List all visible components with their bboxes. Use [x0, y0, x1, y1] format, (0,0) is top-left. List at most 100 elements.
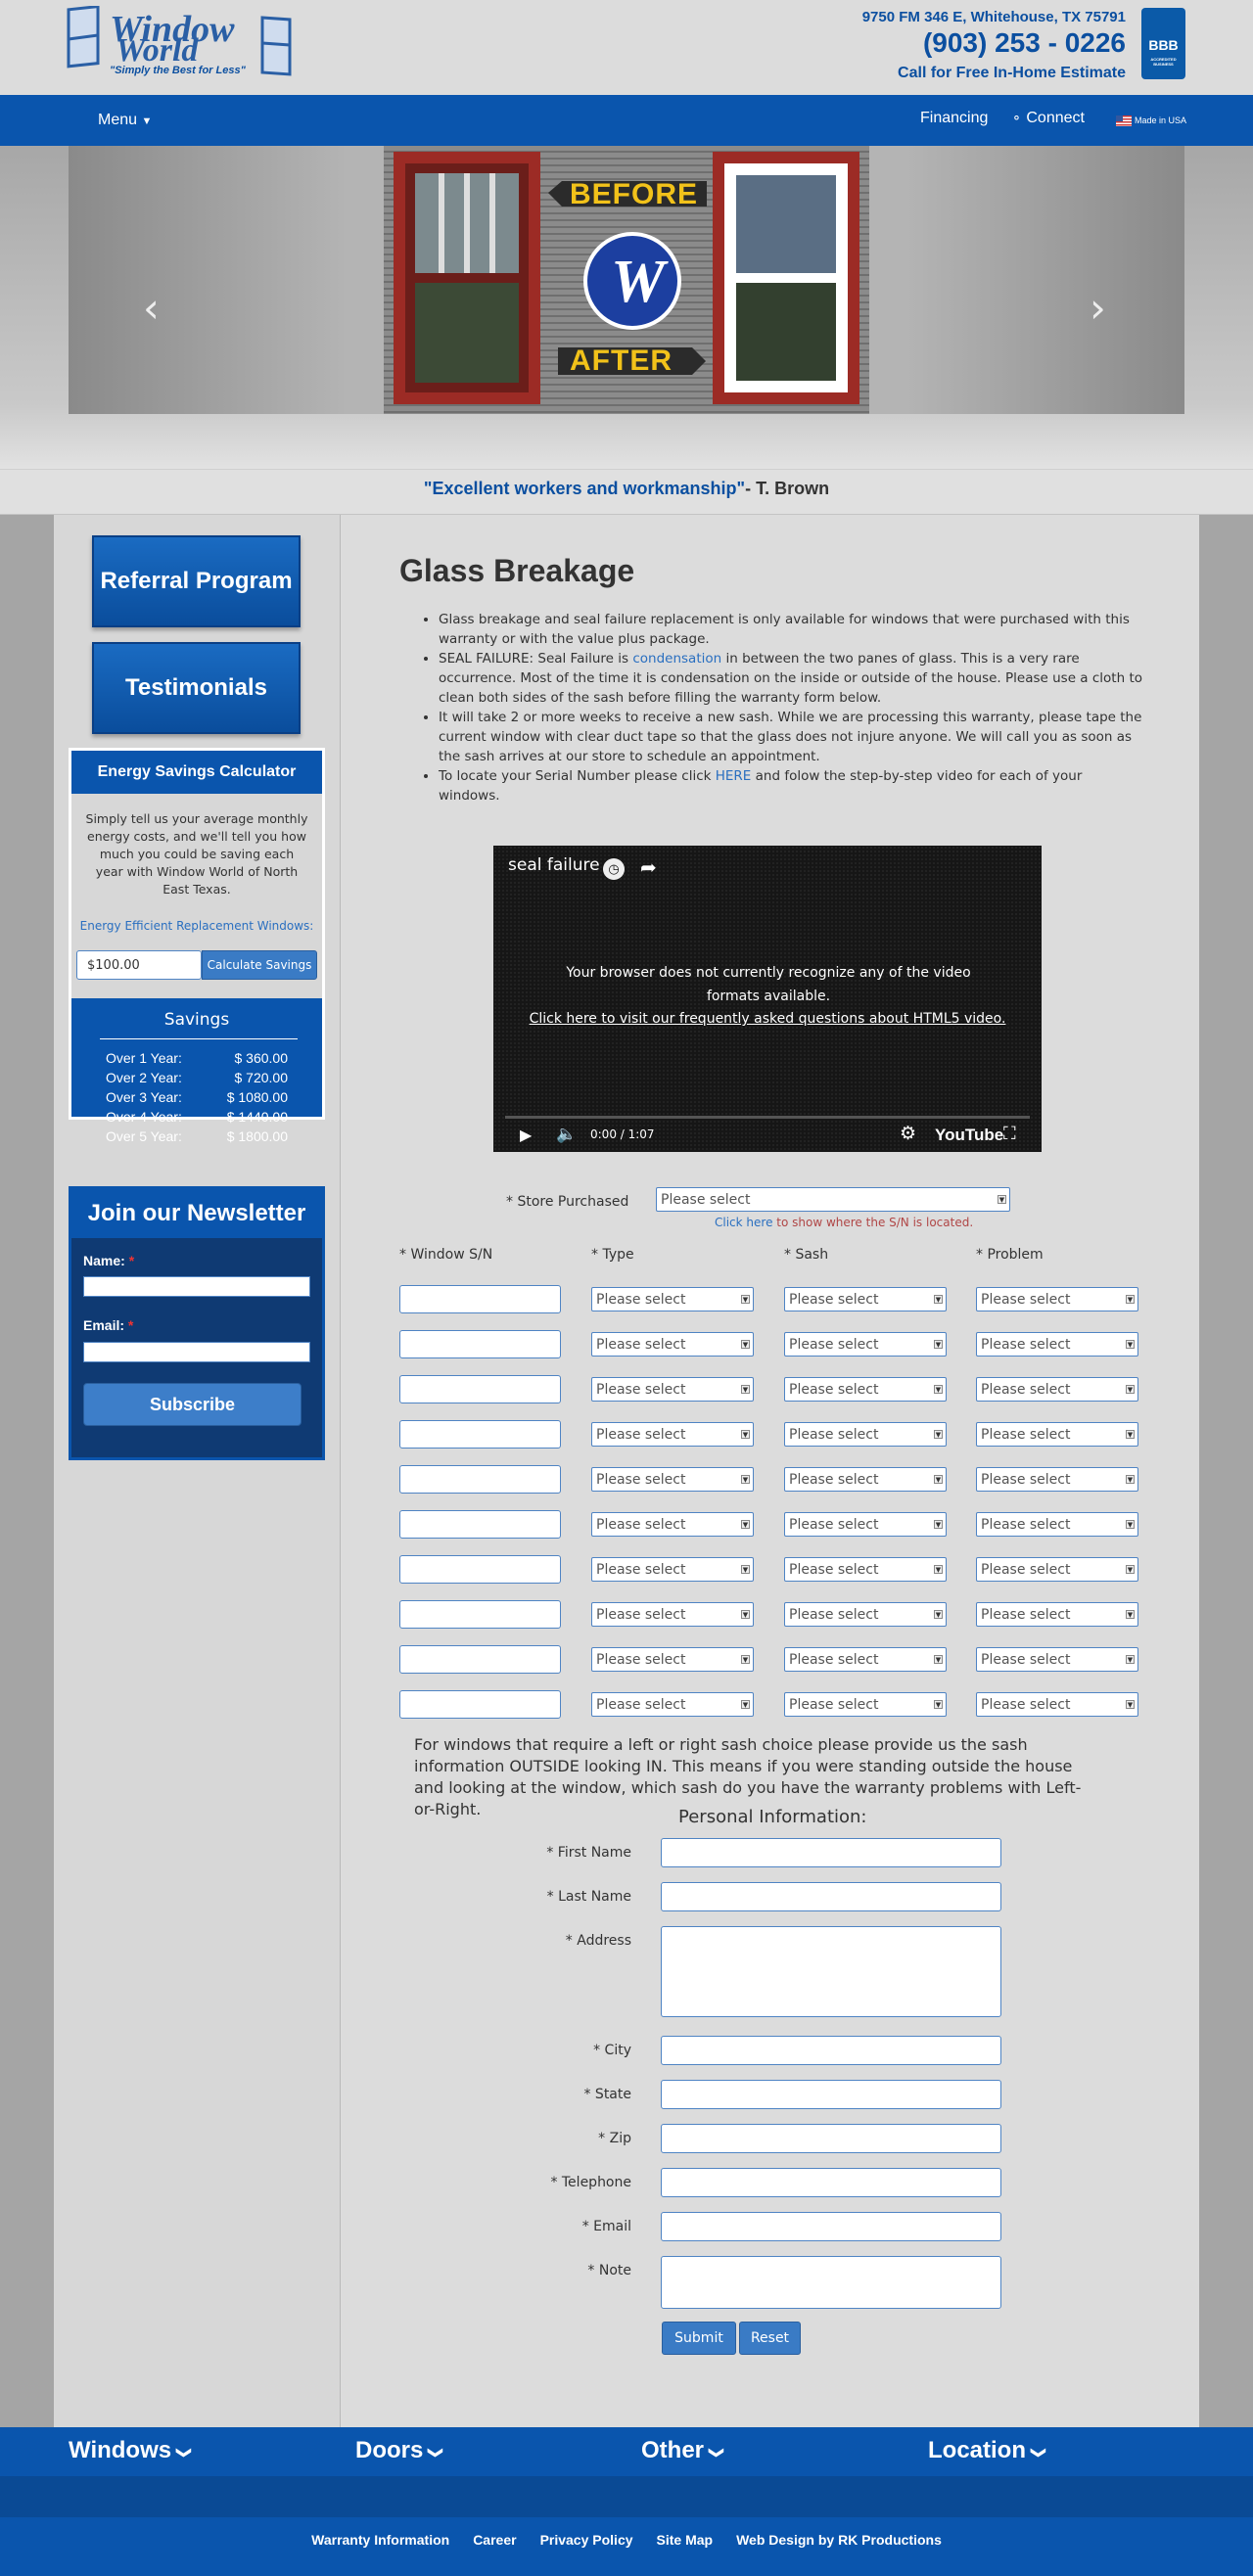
footer-link[interactable]: Career	[473, 2532, 516, 2548]
reset-button[interactable]: Reset	[739, 2322, 801, 2355]
type-select[interactable]: Please select ▼	[591, 1557, 754, 1582]
newsletter-email-input[interactable]	[83, 1342, 310, 1362]
hero-after-label: AFTER	[570, 345, 673, 377]
zip-field[interactable]	[661, 2124, 1001, 2153]
subscribe-button[interactable]: Subscribe	[83, 1383, 302, 1426]
savings-row: Over 4 Year: $ 1440.00	[106, 1109, 288, 1125]
sash-select[interactable]: Please select ▼	[784, 1332, 947, 1357]
address-field[interactable]	[661, 1926, 1001, 2017]
submit-button[interactable]: Submit	[662, 2322, 736, 2355]
share-icon[interactable]: ➦	[640, 855, 657, 880]
type-select[interactable]: Please select ▼	[591, 1467, 754, 1492]
bullet-link[interactable]: HERE	[716, 768, 752, 784]
header-estimate-cta[interactable]: Call for Free In-Home Estimate	[898, 65, 1126, 82]
bbb-text: BBB	[1148, 37, 1179, 53]
city-field[interactable]	[661, 2036, 1001, 2065]
sash-select[interactable]: Please select ▼	[784, 1467, 947, 1492]
address-label: * Address	[565, 1933, 631, 1949]
telephone-field[interactable]	[661, 2168, 1001, 2197]
play-icon[interactable]: ▶	[520, 1126, 532, 1145]
store-purchased-select[interactable]: Please select ▼	[656, 1187, 1010, 1212]
video-progress-bar[interactable]	[505, 1116, 1030, 1119]
footer-nav-doors[interactable]: Doors ❯	[355, 2437, 443, 2464]
volume-icon[interactable]: 🔈	[556, 1125, 577, 1144]
video-faq-link[interactable]: Click here to visit our frequently asked…	[519, 1011, 1016, 1027]
window-sn-input[interactable]	[399, 1330, 561, 1358]
window-sn-input[interactable]	[399, 1600, 561, 1629]
sn-location-hint: Click here to show where the S/N is loca…	[715, 1216, 973, 1229]
carousel-prev-icon[interactable]: ‹	[143, 284, 160, 332]
window-sn-input[interactable]	[399, 1555, 561, 1584]
first-name-label: * First Name	[546, 1845, 631, 1861]
problem-select[interactable]: Please select ▼	[976, 1692, 1138, 1717]
footer-link[interactable]: Web Design by RK Productions	[736, 2532, 942, 2548]
connect-link[interactable]: ⚬ Connect	[1011, 110, 1085, 127]
problem-select[interactable]: Please select ▼	[976, 1557, 1138, 1582]
testimonial-quote: "Excellent workers and workmanship"- T. …	[0, 479, 1253, 499]
fullscreen-icon[interactable]: ⛶	[1003, 1124, 1016, 1144]
settings-gear-icon[interactable]: ⚙	[900, 1123, 916, 1145]
window-sn-input[interactable]	[399, 1375, 561, 1403]
referral-program-button[interactable]: Referral Program	[92, 535, 301, 627]
type-select[interactable]: Please select ▼	[591, 1647, 754, 1672]
type-select[interactable]: Please select ▼	[591, 1602, 754, 1627]
financing-link[interactable]: Financing	[920, 110, 988, 127]
window-sn-input[interactable]	[399, 1465, 561, 1494]
footer-link[interactable]: Site Map	[657, 2532, 714, 2548]
watch-later-icon[interactable]: ◷	[603, 858, 625, 880]
sash-select[interactable]: Please select ▼	[784, 1692, 947, 1717]
footer-nav-windows[interactable]: Windows ❯	[69, 2437, 192, 2464]
newsletter-name-input[interactable]	[83, 1276, 310, 1297]
footer-link[interactable]: Privacy Policy	[540, 2532, 633, 2548]
sash-select[interactable]: Please select ▼	[784, 1512, 947, 1537]
footer-nav-location[interactable]: Location ❯	[928, 2437, 1046, 2464]
window-sn-input[interactable]	[399, 1420, 561, 1449]
window-sn-input[interactable]	[399, 1690, 561, 1719]
problem-select[interactable]: Please select ▼	[976, 1512, 1138, 1537]
window-sn-input[interactable]	[399, 1285, 561, 1313]
footer-link[interactable]: Warranty Information	[311, 2532, 449, 2548]
type-select[interactable]: Please select ▼	[591, 1287, 754, 1311]
bullet-link[interactable]: condensation	[632, 651, 721, 667]
problem-select[interactable]: Please select ▼	[976, 1287, 1138, 1311]
menu-button[interactable]: Menu ▼	[98, 112, 152, 129]
sash-select[interactable]: Please select ▼	[784, 1422, 947, 1447]
sash-select[interactable]: Please select ▼	[784, 1377, 947, 1402]
last-name-field[interactable]	[661, 1882, 1001, 1911]
type-select[interactable]: Please select ▼	[591, 1692, 754, 1717]
sash-select[interactable]: Please select ▼	[784, 1557, 947, 1582]
problem-select[interactable]: Please select ▼	[976, 1602, 1138, 1627]
window-sn-input[interactable]	[399, 1510, 561, 1539]
monthly-cost-input[interactable]: $100.00	[76, 950, 202, 980]
first-name-field[interactable]	[661, 1838, 1001, 1867]
carousel-next-icon[interactable]: ›	[1090, 284, 1106, 332]
bbb-badge[interactable]: BBB ACCREDITED BUSINESS	[1141, 8, 1185, 79]
youtube-logo[interactable]: YouTube	[935, 1126, 1003, 1145]
type-select[interactable]: Please select ▼	[591, 1512, 754, 1537]
note-field[interactable]	[661, 2256, 1001, 2309]
testimonials-button[interactable]: Testimonials	[92, 642, 301, 734]
calculate-savings-button[interactable]: Calculate Savings	[202, 950, 317, 980]
sash-select[interactable]: Please select ▼	[784, 1287, 947, 1311]
bullet-text: Glass breakage and seal failure replacem…	[439, 612, 1130, 647]
footer-nav-other[interactable]: Other ❯	[641, 2437, 724, 2464]
type-select[interactable]: Please select ▼	[591, 1422, 754, 1447]
problem-select[interactable]: Please select ▼	[976, 1647, 1138, 1672]
footer-nav-label: Location	[928, 2437, 1026, 2463]
type-select[interactable]: Please select ▼	[591, 1377, 754, 1402]
header-phone[interactable]: (903) 253 - 0226	[923, 27, 1126, 59]
select-placeholder: Please select	[789, 1381, 879, 1398]
type-select[interactable]: Please select ▼	[591, 1332, 754, 1357]
problem-select[interactable]: Please select ▼	[976, 1422, 1138, 1447]
problem-select[interactable]: Please select ▼	[976, 1377, 1138, 1402]
sash-select[interactable]: Please select ▼	[784, 1602, 947, 1627]
window-sn-input[interactable]	[399, 1645, 561, 1674]
state-field[interactable]	[661, 2080, 1001, 2109]
problem-select[interactable]: Please select ▼	[976, 1467, 1138, 1492]
sn-hint-link[interactable]: Click here	[715, 1216, 772, 1229]
calculator-link[interactable]: Energy Efficient Replacement Windows:	[76, 919, 317, 933]
problem-select[interactable]: Please select ▼	[976, 1332, 1138, 1357]
email-field[interactable]	[661, 2212, 1001, 2241]
dropdown-caret-icon: ▼	[934, 1700, 943, 1709]
sash-select[interactable]: Please select ▼	[784, 1647, 947, 1672]
